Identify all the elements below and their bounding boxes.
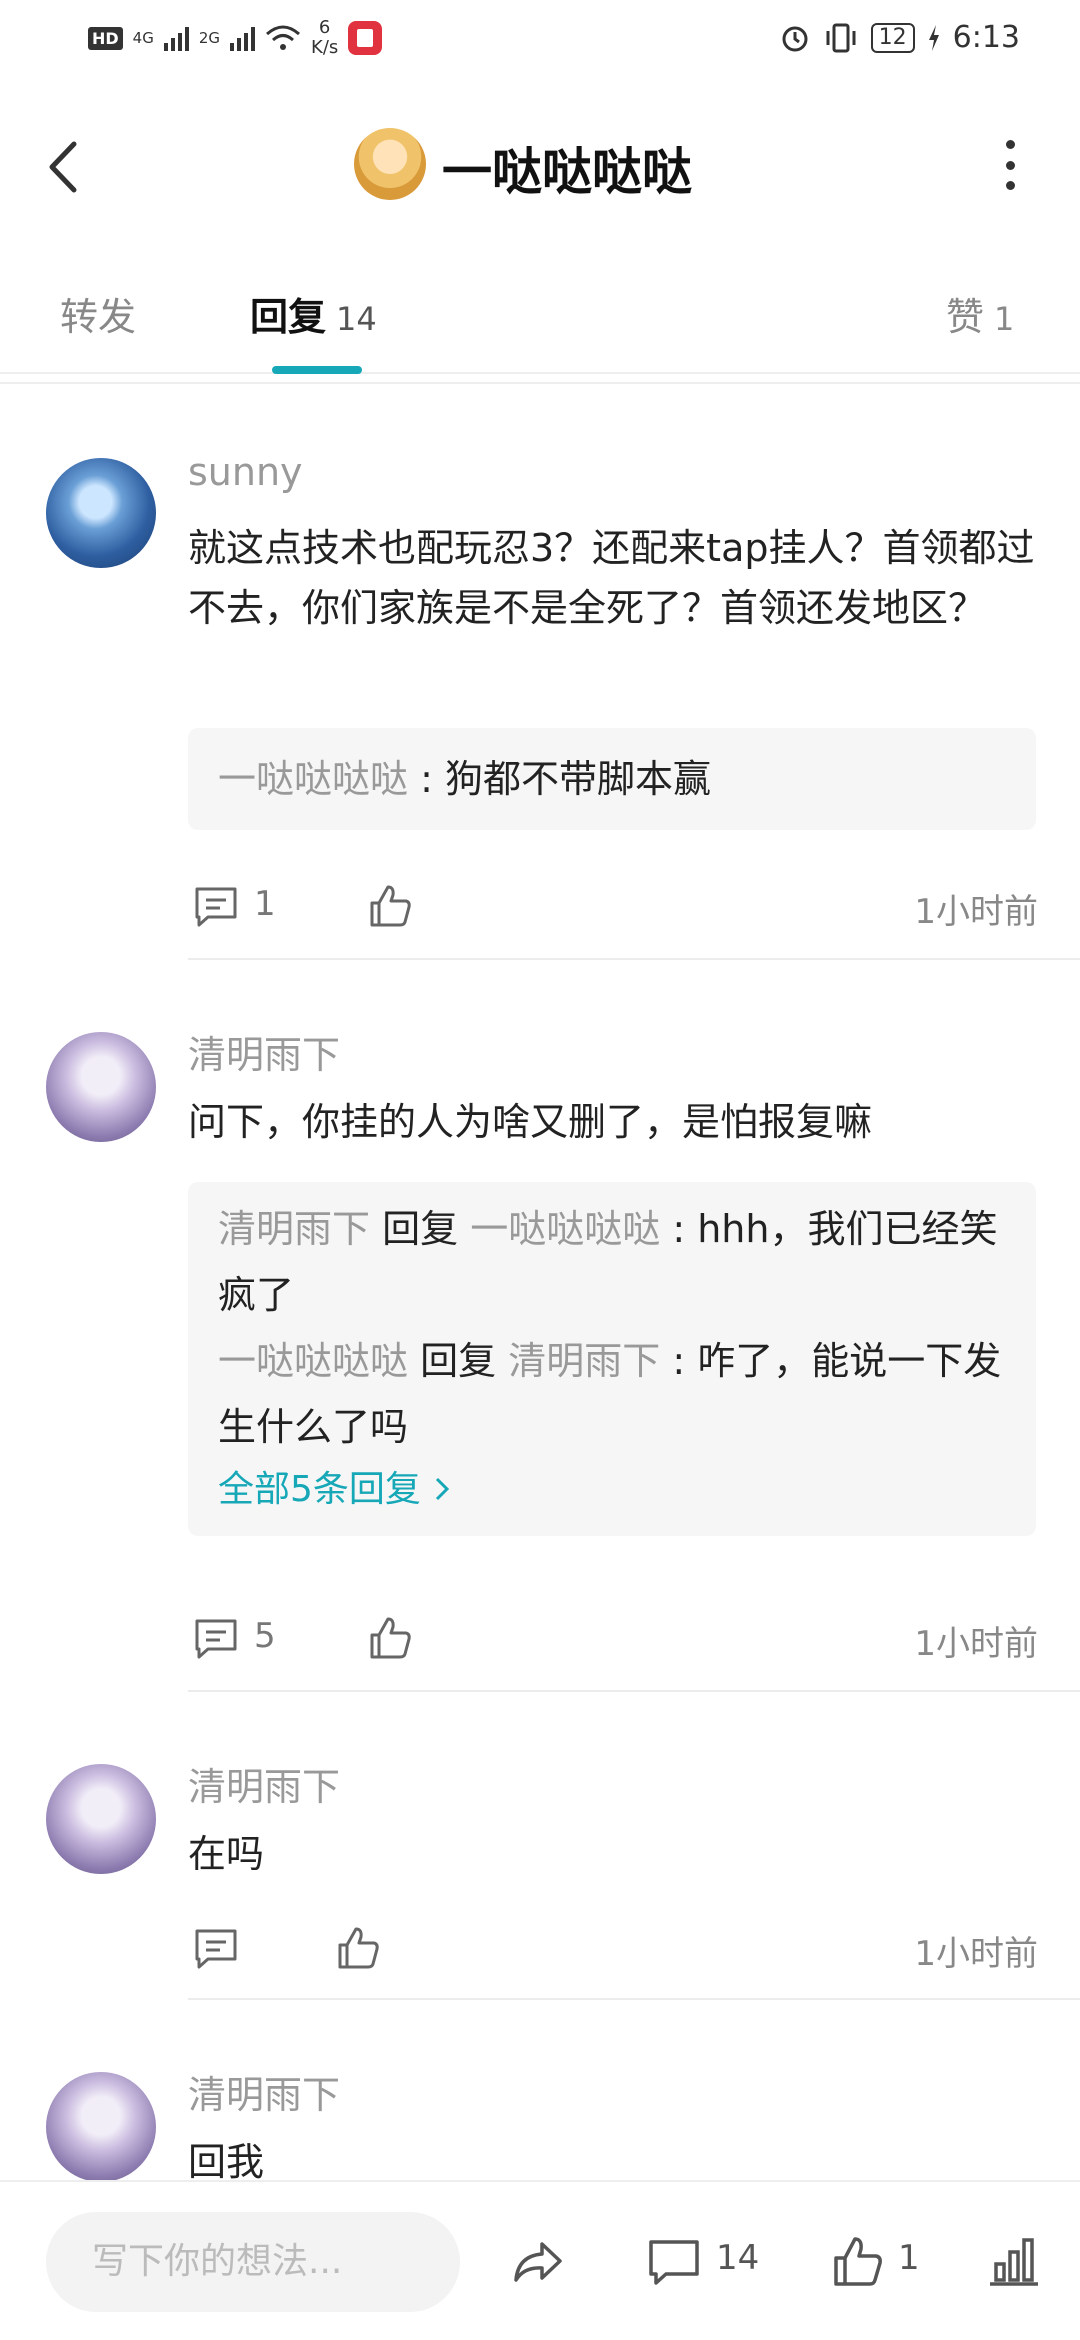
- reply-count: 5: [254, 1616, 276, 1656]
- comment-icon[interactable]: [192, 1614, 240, 1662]
- tab-bar: 转发 回复 14 赞1: [0, 270, 1080, 374]
- divider: [188, 1690, 1080, 1692]
- header: 一哒哒哒哒: [0, 80, 1080, 250]
- header-avatar[interactable]: [354, 128, 426, 200]
- tab-repost[interactable]: 转发: [60, 286, 146, 341]
- network-2g: 2G: [198, 29, 221, 47]
- status-left: HD 4G 2G 6 K/s: [88, 18, 383, 58]
- network-speed: 6 K/s: [311, 18, 338, 58]
- tab-likes-count: 1: [994, 300, 1015, 338]
- page-title: 一哒哒哒哒: [442, 143, 692, 201]
- comment-author[interactable]: 清明雨下: [188, 2064, 340, 2119]
- comment-time: 1小时前: [914, 1624, 1038, 1664]
- tab-repost-label: 转发: [60, 295, 137, 339]
- avatar[interactable]: [46, 1032, 156, 1142]
- tab-likes-label: 赞: [946, 295, 985, 339]
- avatar[interactable]: [46, 1764, 156, 1874]
- comment-text[interactable]: 就这点技术也配玩忍3？还配来tap挂人？首领都过不去，你们家族是不是全死了？首领…: [188, 518, 1038, 638]
- comment-actions: 1小时前: [188, 1918, 1038, 1978]
- network-4g: 4G: [132, 29, 154, 47]
- status-bar: HD 4G 2G 6 K/s 12 6:13: [0, 0, 1080, 80]
- avatar[interactable]: [46, 2072, 156, 2182]
- speed-unit: K/s: [311, 37, 339, 58]
- like-icon[interactable]: [830, 2234, 886, 2290]
- hd-badge: HD: [88, 26, 123, 50]
- app-notification-icon: [348, 21, 383, 55]
- status-right: 12 6:13: [779, 20, 1020, 55]
- bottom-bar: 写下你的想法... 14 1: [0, 2180, 1080, 2340]
- battery-level: 12: [870, 22, 915, 53]
- signal-icon: [230, 25, 256, 51]
- like-count: 1: [898, 2238, 920, 2278]
- reply-count: 1: [254, 884, 276, 924]
- comment-icon[interactable]: [646, 2234, 702, 2290]
- view-all-replies-label: 全部5条回复: [218, 1469, 421, 1510]
- stats-icon[interactable]: [986, 2234, 1042, 2290]
- alarm-icon: [782, 26, 808, 51]
- divider: [188, 1998, 1080, 2000]
- comment-author[interactable]: 清明雨下: [188, 1024, 340, 1079]
- chevron-right-icon: [436, 1477, 450, 1501]
- divider: [0, 382, 1080, 384]
- reply-line: 一哒哒哒哒 回复 清明雨下 : 咋了，能说一下发生什么了吗: [218, 1339, 1002, 1449]
- tab-replies-count: 14: [336, 300, 377, 338]
- reply-author[interactable]: 清明雨下: [218, 1207, 370, 1251]
- reply-author[interactable]: 一哒哒哒哒: [218, 757, 408, 801]
- signal-icon: [163, 25, 189, 51]
- reply-box[interactable]: 一哒哒哒哒 : 狗都不带脚本赢: [188, 728, 1036, 830]
- reply-box[interactable]: 清明雨下 回复 一哒哒哒哒 : hhh，我们已经笑疯了 一哒哒哒哒 回复 清明雨…: [188, 1182, 1036, 1536]
- tab-replies-label: 回复: [250, 295, 327, 339]
- avatar[interactable]: [46, 458, 156, 568]
- tab-replies[interactable]: 回复 14: [250, 286, 377, 341]
- like-icon[interactable]: [366, 1614, 414, 1662]
- tab-indicator: [272, 366, 362, 374]
- share-icon[interactable]: [510, 2234, 566, 2290]
- reply-verb: 回复: [420, 1339, 497, 1383]
- comment-text[interactable]: 问下，你挂的人为啥又删了，是怕报复嘛: [188, 1092, 1038, 1152]
- charging-icon: [928, 24, 939, 51]
- more-icon[interactable]: [1000, 140, 1020, 190]
- comment-actions: 5 1小时前: [188, 1608, 1038, 1668]
- view-all-replies-link[interactable]: 全部5条回复: [218, 1460, 1006, 1520]
- clock: 6:13: [952, 20, 1020, 55]
- comment-icon[interactable]: [192, 1924, 240, 1972]
- comment-author[interactable]: 清明雨下: [188, 1756, 340, 1811]
- speed-value: 6: [318, 17, 331, 38]
- reply-target[interactable]: 一哒哒哒哒: [470, 1207, 660, 1251]
- reply-line: 一哒哒哒哒 : 狗都不带脚本赢: [218, 757, 711, 801]
- vibrate-icon: [826, 23, 856, 52]
- reply-text: 狗都不带脚本赢: [444, 757, 711, 801]
- reply-verb: 回复: [382, 1207, 459, 1251]
- comment-icon[interactable]: [192, 882, 240, 930]
- reply-author[interactable]: 一哒哒哒哒: [218, 1339, 408, 1383]
- comment-text[interactable]: 在吗: [188, 1824, 1038, 1884]
- comment-count: 14: [716, 2238, 760, 2278]
- comment-time: 1小时前: [914, 892, 1038, 932]
- comment-input[interactable]: 写下你的想法...: [46, 2212, 460, 2312]
- like-icon[interactable]: [366, 882, 414, 930]
- wifi-icon: [266, 25, 301, 50]
- reply-target[interactable]: 清明雨下: [508, 1339, 660, 1383]
- reply-line: 清明雨下 回复 一哒哒哒哒 : hhh，我们已经笑疯了: [218, 1207, 998, 1317]
- divider: [188, 958, 1080, 960]
- comment-time: 1小时前: [914, 1934, 1038, 1974]
- back-icon[interactable]: [40, 132, 90, 202]
- comment-actions: 1 1小时前: [188, 876, 1038, 936]
- tab-likes[interactable]: 赞1: [946, 286, 1014, 341]
- like-icon[interactable]: [334, 1924, 382, 1972]
- comment-author[interactable]: sunny: [188, 450, 303, 494]
